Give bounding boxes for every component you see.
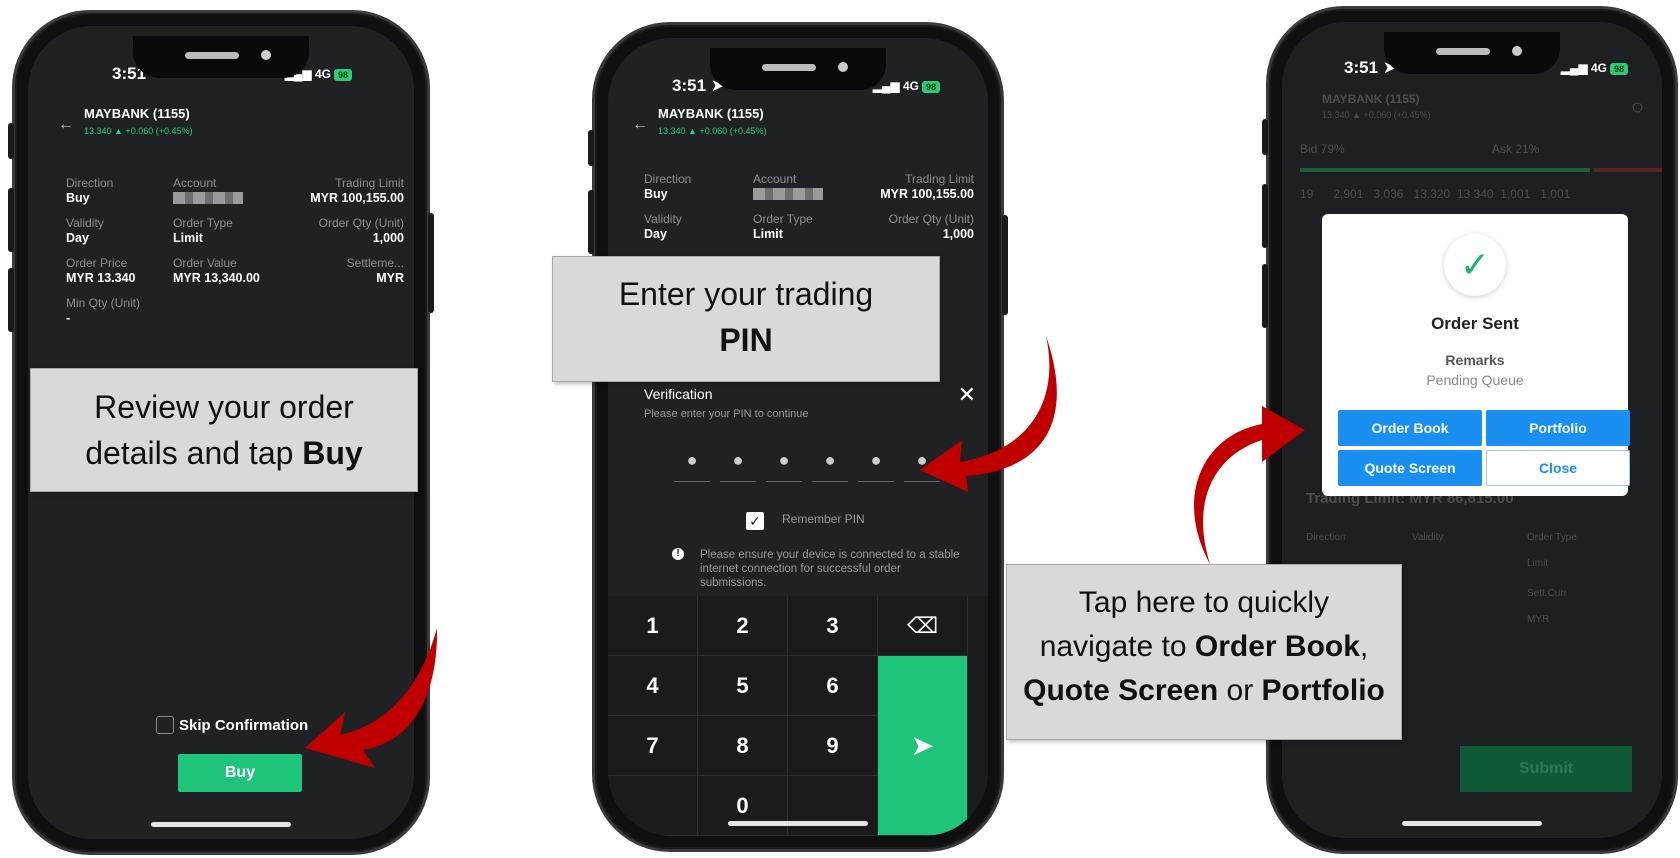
notch xyxy=(133,36,309,78)
notch xyxy=(710,48,886,90)
red-arrow-3 xyxy=(1194,406,1305,564)
notch xyxy=(1384,32,1560,74)
